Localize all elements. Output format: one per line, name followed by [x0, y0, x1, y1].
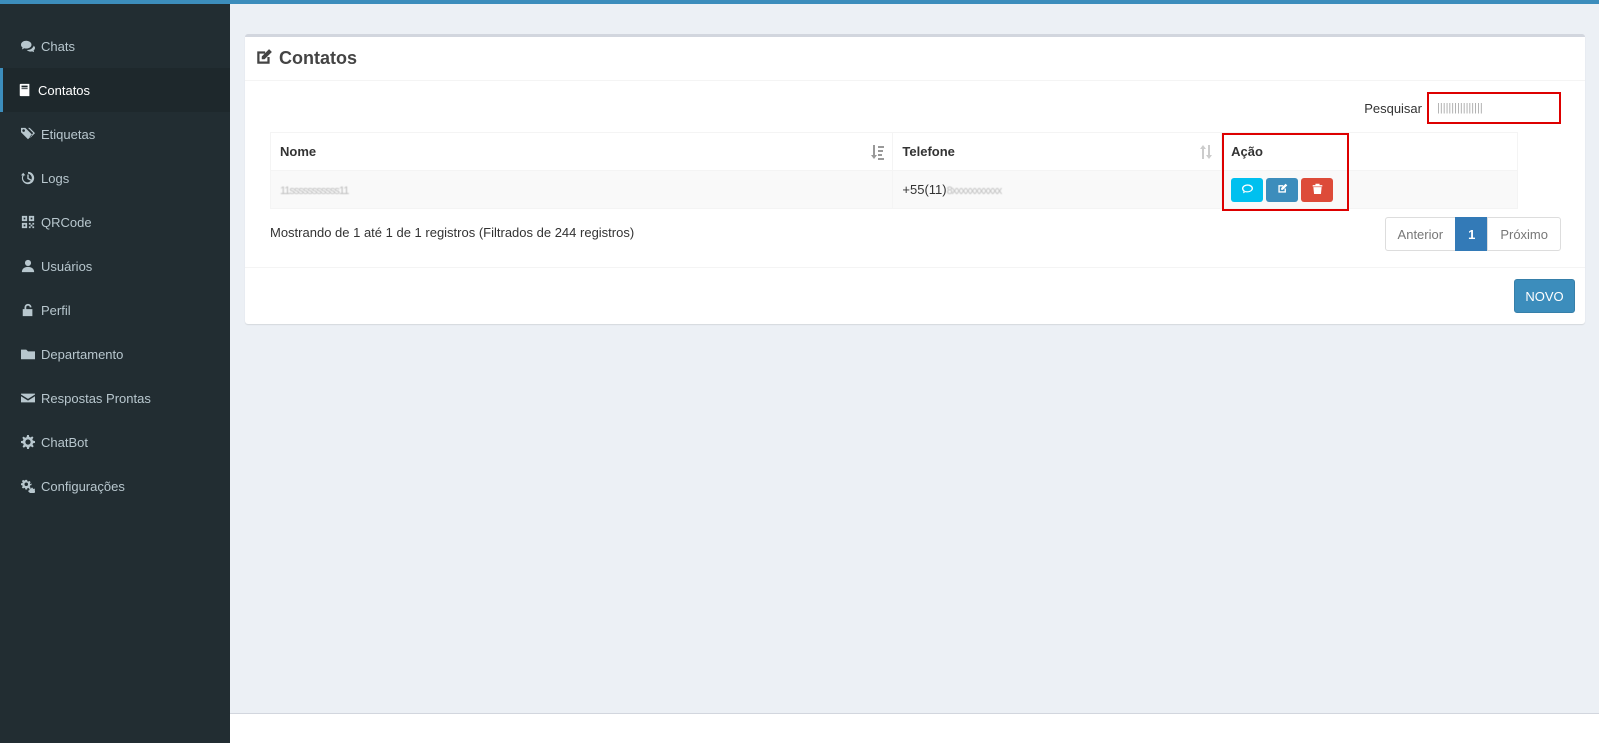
envelope-icon [21, 391, 41, 405]
sidebar-item-departamento[interactable]: Departamento [0, 332, 230, 376]
history-icon [21, 171, 41, 185]
contact-name: 11sssssssssss11 [280, 185, 349, 197]
sidebar-item-perfil[interactable]: Perfil [0, 288, 230, 332]
folder-icon [21, 347, 41, 361]
sidebar-item-label: Configurações [41, 478, 125, 494]
trash-icon [1312, 182, 1323, 197]
table-header-row: Nome Telefone Ação [269, 132, 1518, 171]
sidebar-item-chats[interactable]: Chats [0, 24, 230, 68]
sidebar-item-logs[interactable]: Logs [0, 156, 230, 200]
page-footer [230, 713, 1599, 743]
search-input[interactable] [1427, 92, 1561, 124]
main-content: Contatos Pesquisar Nome Telefone [230, 4, 1599, 743]
sidebar-item-configuracoes[interactable]: Configurações [0, 464, 230, 508]
cell-telefone: +55(11)8xxxxxxxxxxx [892, 170, 1223, 209]
cell-nome: 11sssssssssss11 [269, 170, 894, 209]
tags-icon [21, 127, 41, 141]
contacts-table: Nome Telefone Ação 11sssssssssss11 +55(1… [269, 132, 1518, 209]
edit-icon [255, 48, 273, 69]
edit-icon [1277, 182, 1288, 197]
sidebar-item-label: Perfil [41, 302, 71, 318]
phone-prefix: +55(11) [902, 182, 947, 197]
new-contact-button[interactable]: NOVO [1514, 279, 1575, 313]
qrcode-icon [21, 215, 41, 229]
box-header: Contatos [245, 37, 1585, 81]
phone-number: 8xxxxxxxxxxx [946, 185, 1003, 197]
pagination-next[interactable]: Próximo [1487, 217, 1561, 251]
sidebar-item-label: Usuários [41, 258, 93, 274]
sidebar-item-label: QRCode [41, 214, 92, 230]
comment-icon [1241, 182, 1253, 197]
cell-acao [1221, 170, 1518, 209]
search-label: Pesquisar [1364, 100, 1422, 116]
column-header-telefone[interactable]: Telefone [892, 132, 1223, 171]
pagination-previous[interactable]: Anterior [1384, 217, 1457, 251]
column-header-nome[interactable]: Nome [269, 132, 894, 171]
sidebar-item-label: ChatBot [41, 434, 88, 450]
sidebar-item-label: Respostas Prontas [41, 390, 151, 406]
unlock-icon [21, 303, 41, 317]
address-book-icon [18, 83, 38, 97]
sidebar-item-etiquetas[interactable]: Etiquetas [0, 112, 230, 156]
pagination-page[interactable]: 1 [1455, 217, 1489, 251]
sidebar-item-label: Chats [41, 38, 75, 54]
sidebar-item-contatos[interactable]: Contatos [0, 68, 230, 112]
comments-icon [21, 39, 41, 53]
sidebar-menu: Chats Contatos Etiquetas Logs QRCode Usu… [0, 4, 230, 508]
sidebar-item-qrcode[interactable]: QRCode [0, 200, 230, 244]
column-header-label: Ação [1231, 144, 1263, 159]
cog-icon [21, 435, 41, 449]
column-header-label: Telefone [902, 144, 955, 159]
records-info: Mostrando de 1 até 1 de 1 registros (Fil… [270, 225, 635, 240]
cogs-icon [21, 479, 41, 493]
box-footer: NOVO [245, 267, 1585, 324]
action-buttons [1231, 177, 1508, 202]
sidebar-item-chatbot[interactable]: ChatBot [0, 420, 230, 464]
sidebar-item-label: Departamento [41, 346, 124, 362]
page-title: Contatos [279, 48, 357, 68]
edit-contact-button[interactable] [1266, 177, 1299, 202]
sidebar-item-label: Etiquetas [41, 126, 96, 142]
column-header-label: Nome [280, 144, 317, 159]
user-icon [21, 259, 41, 273]
sort-both-icon [1199, 144, 1213, 160]
sidebar: Chats Contatos Etiquetas Logs QRCode Usu… [0, 4, 230, 743]
table-row: 11sssssssssss11 +55(11)8xxxxxxxxxxx [269, 170, 1518, 209]
sidebar-item-respostas-prontas[interactable]: Respostas Prontas [0, 376, 230, 420]
column-header-acao: Ação [1221, 132, 1518, 171]
sidebar-item-label: Contatos [38, 82, 91, 98]
delete-contact-button[interactable] [1301, 177, 1334, 202]
contacts-box: Contatos Pesquisar Nome Telefone [245, 34, 1585, 324]
search-row: Pesquisar [1364, 92, 1561, 124]
sort-ascending-icon [870, 144, 885, 160]
sidebar-item-usuarios[interactable]: Usuários [0, 244, 230, 288]
chat-button[interactable] [1231, 177, 1264, 202]
pagination: Anterior 1 Próximo [1384, 217, 1561, 251]
sidebar-item-label: Logs [41, 170, 70, 186]
